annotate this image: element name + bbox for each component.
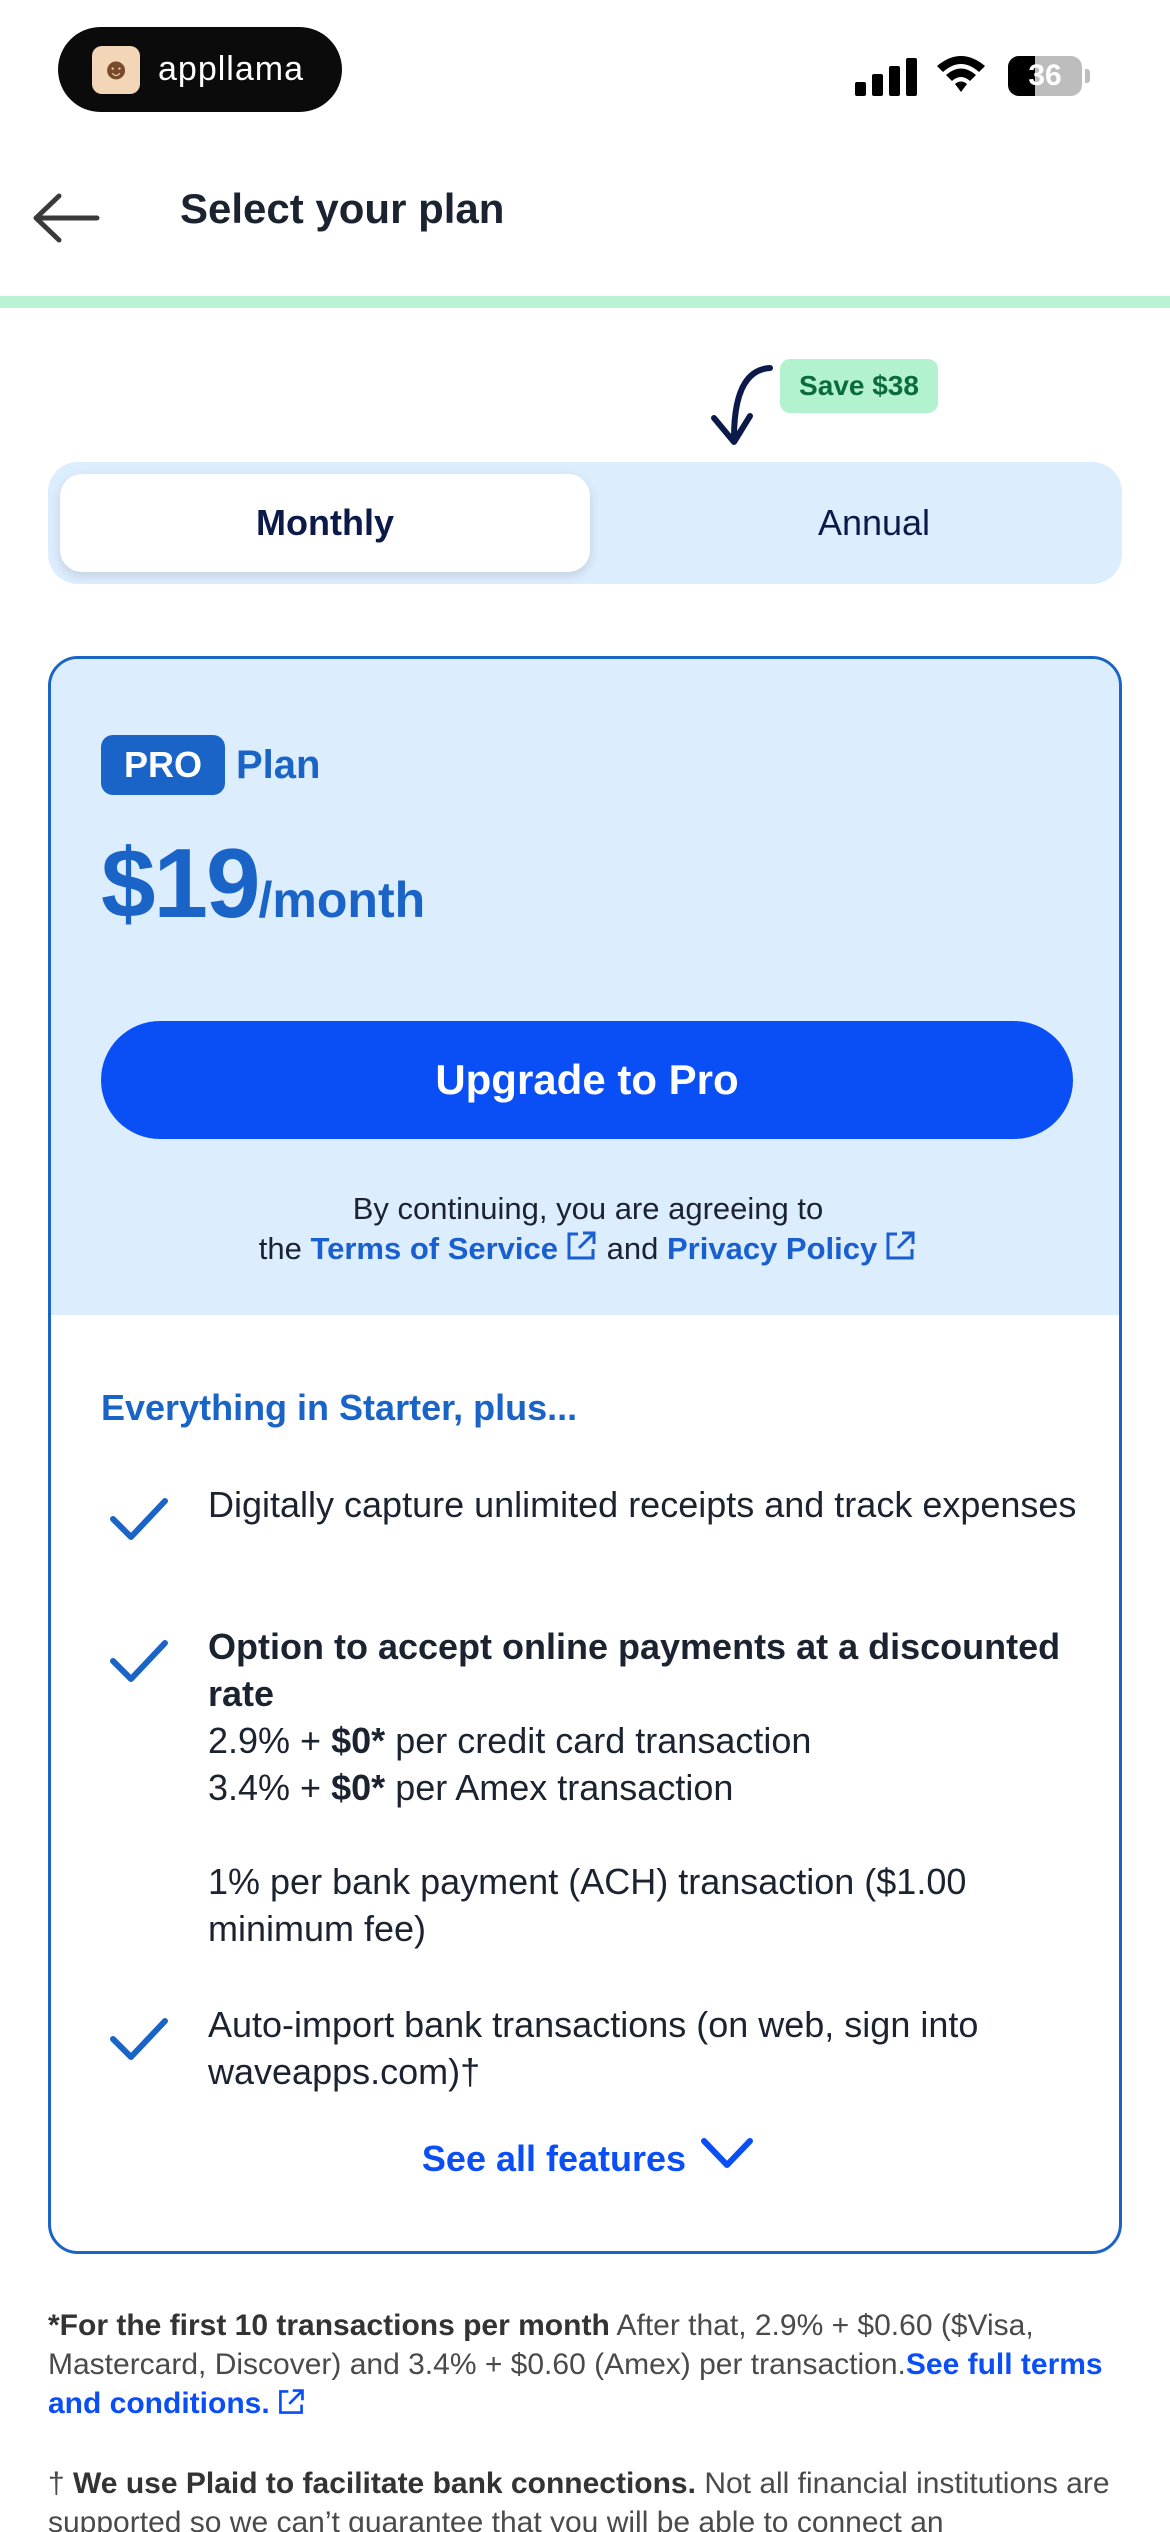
see-all-features-button[interactable]: See all features: [51, 2137, 1119, 2180]
privacy-policy-link[interactable]: Privacy Policy: [667, 1231, 917, 1266]
wifi-icon: [937, 56, 985, 92]
toggle-option-annual[interactable]: Annual: [634, 474, 1114, 572]
terms-of-service-link[interactable]: Terms of Service: [310, 1231, 598, 1266]
pro-badge: PRO: [101, 735, 225, 795]
billing-period-toggle: Monthly Annual: [48, 462, 1122, 584]
page-header: Select your plan: [0, 140, 1170, 296]
battery-level: 36: [1028, 59, 1062, 92]
curved-arrow-icon: [711, 365, 773, 445]
footnote-transactions: *For the first 10 transactions per month…: [48, 2309, 1103, 2420]
features-heading: Everything in Starter, plus...: [101, 1387, 578, 1428]
feature-text: Option to accept online payments at a di…: [208, 1626, 1061, 1949]
progress-bar: [0, 296, 1170, 308]
chevron-down-icon: [701, 2138, 754, 2168]
cellular-signal-icon: [855, 58, 917, 96]
upgrade-button[interactable]: Upgrade to Pro: [101, 1021, 1073, 1139]
plan-summary: PRO Plan $19/month Upgrade to Pro By con…: [51, 659, 1119, 1315]
footnote-plaid: † We use Plaid to facilitate bank connec…: [48, 2467, 1110, 2532]
back-button[interactable]: [28, 180, 104, 256]
battery-icon: 36: [1008, 56, 1090, 96]
external-link-icon: [567, 1231, 596, 1260]
agreement-text: By continuing, you are agreeing to the T…: [51, 1189, 1119, 1269]
save-badge: Save $38: [780, 359, 938, 413]
feature-text: Auto-import bank transactions (on web, s…: [208, 2004, 979, 2092]
llama-logo-icon: ☻: [92, 45, 140, 94]
feature-text: Digitally capture unlimited receipts and…: [208, 1484, 1077, 1525]
feature-title: Option to accept online payments at a di…: [208, 1626, 1061, 1714]
arrow-left-icon: [33, 193, 100, 243]
checkmark-icon: [110, 2018, 168, 2060]
checkmark-icon: [110, 1498, 168, 1540]
plan-label: Plan: [236, 743, 321, 787]
agreement-the: the: [258, 1231, 302, 1266]
plan-price: $19/month: [101, 827, 425, 940]
plan-card: PRO Plan $19/month Upgrade to Pro By con…: [48, 656, 1122, 2254]
app-name: appllama: [158, 50, 304, 88]
feature-ach-text: 1% per bank payment (ACH) transaction ($…: [208, 1861, 967, 1949]
price-period: /month: [258, 872, 426, 928]
toggle-option-monthly[interactable]: Monthly: [60, 474, 590, 572]
price-amount: $19: [101, 828, 261, 938]
agreement-and: and: [606, 1231, 659, 1266]
agreement-prefix: By continuing, you are agreeing to: [352, 1191, 824, 1226]
checkmark-icon: [110, 1640, 168, 1682]
status-bar: ☻ appllama 36: [0, 0, 1170, 140]
external-link-icon: [886, 1231, 915, 1260]
page-title: Select your plan: [180, 185, 505, 232]
external-link-icon: [278, 2389, 304, 2414]
app-pill: ☻ appllama: [58, 27, 342, 112]
